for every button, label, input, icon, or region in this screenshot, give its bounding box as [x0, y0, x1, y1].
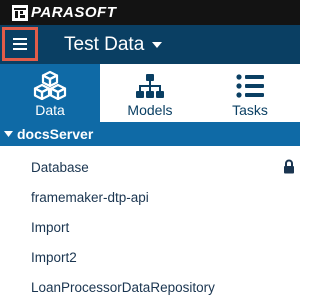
menu-button[interactable] [2, 27, 38, 61]
list-item[interactable]: LoanProcessorDataRepository [0, 272, 300, 302]
server-name: docsServer [17, 126, 94, 142]
app-bar: Test Data [0, 25, 300, 64]
caret-down-icon [4, 131, 13, 137]
nav-tabs: Data Models Tasks [0, 64, 300, 122]
caret-down-icon [152, 41, 163, 48]
list-item[interactable]: framemaker-dtp-api [0, 182, 300, 212]
parasoft-logo-icon [12, 4, 28, 21]
tab-models[interactable]: Models [100, 64, 200, 122]
list-item[interactable]: Import [0, 212, 300, 242]
brand-bar: PARASOFT [0, 0, 300, 25]
repository-name: LoanProcessorDataRepository [31, 279, 215, 295]
tab-tasks[interactable]: Tasks [200, 64, 300, 122]
parasoft-logo: PARASOFT [12, 4, 116, 21]
tab-models-label: Models [127, 102, 173, 118]
repository-name: Import2 [31, 249, 77, 265]
tab-data-label: Data [35, 102, 65, 118]
app-title: Test Data [64, 33, 145, 55]
brand-name: PARASOFT [31, 4, 117, 21]
task-list-icon [235, 64, 265, 100]
repository-name: Database [31, 159, 89, 175]
cubes-icon [33, 64, 67, 100]
repository-name: Import [31, 219, 70, 235]
list-item[interactable]: Database [0, 152, 300, 182]
repository-name: framemaker-dtp-api [31, 189, 149, 205]
hamburger-icon [13, 38, 27, 50]
hierarchy-icon [135, 64, 165, 100]
tab-tasks-label: Tasks [232, 102, 268, 118]
app-switcher-dropdown[interactable]: Test Data [64, 25, 163, 64]
server-node-header[interactable]: docsServer [0, 122, 300, 146]
lock-icon [283, 159, 295, 174]
repository-list: Database framemaker-dtp-api Import Impor… [0, 152, 300, 302]
tab-data[interactable]: Data [0, 64, 100, 122]
list-item[interactable]: Import2 [0, 242, 300, 272]
